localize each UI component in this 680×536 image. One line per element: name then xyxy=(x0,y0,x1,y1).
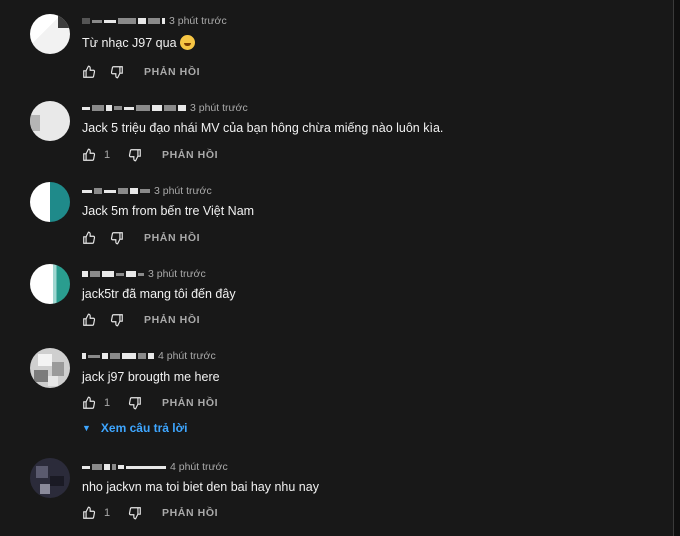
avatar[interactable] xyxy=(30,348,70,388)
comment-actions: 1 PHẢN HỒI xyxy=(82,146,218,164)
comment-meta: 4 phút trước xyxy=(82,459,228,475)
comment-meta: 3 phút trước xyxy=(82,183,212,199)
comment-time[interactable]: 4 phút trước xyxy=(158,350,216,362)
comment-actions: PHẢN HỒI xyxy=(82,63,200,81)
reply-button[interactable]: PHẢN HỒI xyxy=(162,507,218,519)
avatar[interactable] xyxy=(30,182,70,222)
thumbs-up-icon[interactable] xyxy=(82,65,96,79)
comment-text: Jack 5m from bến tre Việt Nam xyxy=(82,204,255,218)
reply-button[interactable]: PHẢN HỒI xyxy=(162,397,218,409)
like-count: 1 xyxy=(104,507,111,519)
comment-meta: 3 phút trước xyxy=(82,266,206,282)
thumbs-down-icon[interactable] xyxy=(128,396,142,410)
avatar[interactable] xyxy=(30,101,70,141)
comment-time[interactable]: 3 phút trước xyxy=(190,102,248,114)
view-replies-label: Xem câu trả lời xyxy=(100,421,188,435)
comment-text: Jack 5 triệu đạo nhái MV của bạn hông ch… xyxy=(82,121,444,135)
comment-text: Từ nhạc J97 qua xyxy=(82,35,195,50)
thumbs-down-icon[interactable] xyxy=(128,506,142,520)
comment-time[interactable]: 3 phút trước xyxy=(169,15,227,27)
author-name-blurred[interactable] xyxy=(82,353,154,359)
thumbs-up-icon[interactable] xyxy=(82,148,96,162)
thumbs-up-icon[interactable] xyxy=(82,231,96,245)
author-name-blurred[interactable] xyxy=(82,18,165,24)
author-name-blurred[interactable] xyxy=(82,188,150,194)
view-replies-button[interactable]: ▼ Xem câu trả lời xyxy=(82,419,188,437)
like-count: 1 xyxy=(104,397,111,409)
comment-actions: 1 PHẢN HỒI xyxy=(82,394,218,412)
thumbs-down-icon[interactable] xyxy=(110,65,124,79)
comment-meta: 3 phút trước xyxy=(82,13,227,29)
comment-meta: 3 phút trước xyxy=(82,100,248,116)
avatar[interactable] xyxy=(30,14,70,54)
comment-time[interactable]: 4 phút trước xyxy=(170,461,228,473)
reply-button[interactable]: PHẢN HỒI xyxy=(144,66,200,78)
comment-text: jack5tr đã mang tôi đến đây xyxy=(82,287,236,301)
author-name-blurred[interactable] xyxy=(82,271,144,277)
avatar[interactable] xyxy=(30,458,70,498)
comment-time[interactable]: 3 phút trước xyxy=(154,185,212,197)
scrollbar-track[interactable] xyxy=(673,0,680,536)
reply-button[interactable]: PHẢN HỒI xyxy=(144,314,200,326)
thumbs-down-icon[interactable] xyxy=(128,148,142,162)
thumbs-up-icon[interactable] xyxy=(82,313,96,327)
comment-meta: 4 phút trước xyxy=(82,348,216,364)
thumbs-down-icon[interactable] xyxy=(110,313,124,327)
laughing-emoji-icon xyxy=(179,35,195,50)
author-name-blurred[interactable] xyxy=(82,105,186,111)
comment-actions: PHẢN HỒI xyxy=(82,311,200,329)
caret-down-icon: ▼ xyxy=(82,423,91,433)
thumbs-down-icon[interactable] xyxy=(110,231,124,245)
author-name-blurred[interactable] xyxy=(82,464,166,470)
reply-button[interactable]: PHẢN HỒI xyxy=(144,232,200,244)
thumbs-up-icon[interactable] xyxy=(82,396,96,410)
comment-actions: PHẢN HỒI xyxy=(82,229,200,247)
comment-text: nho jackvn ma toi biet den bai hay nhu n… xyxy=(82,480,319,494)
comment-text: jack j97 brougth me here xyxy=(82,370,220,384)
reply-button[interactable]: PHẢN HỒI xyxy=(162,149,218,161)
avatar[interactable] xyxy=(30,264,70,304)
thumbs-up-icon[interactable] xyxy=(82,506,96,520)
like-count: 1 xyxy=(104,149,111,161)
comment-actions: 1 PHẢN HỒI xyxy=(82,504,218,522)
comment-time[interactable]: 3 phút trước xyxy=(148,268,206,280)
